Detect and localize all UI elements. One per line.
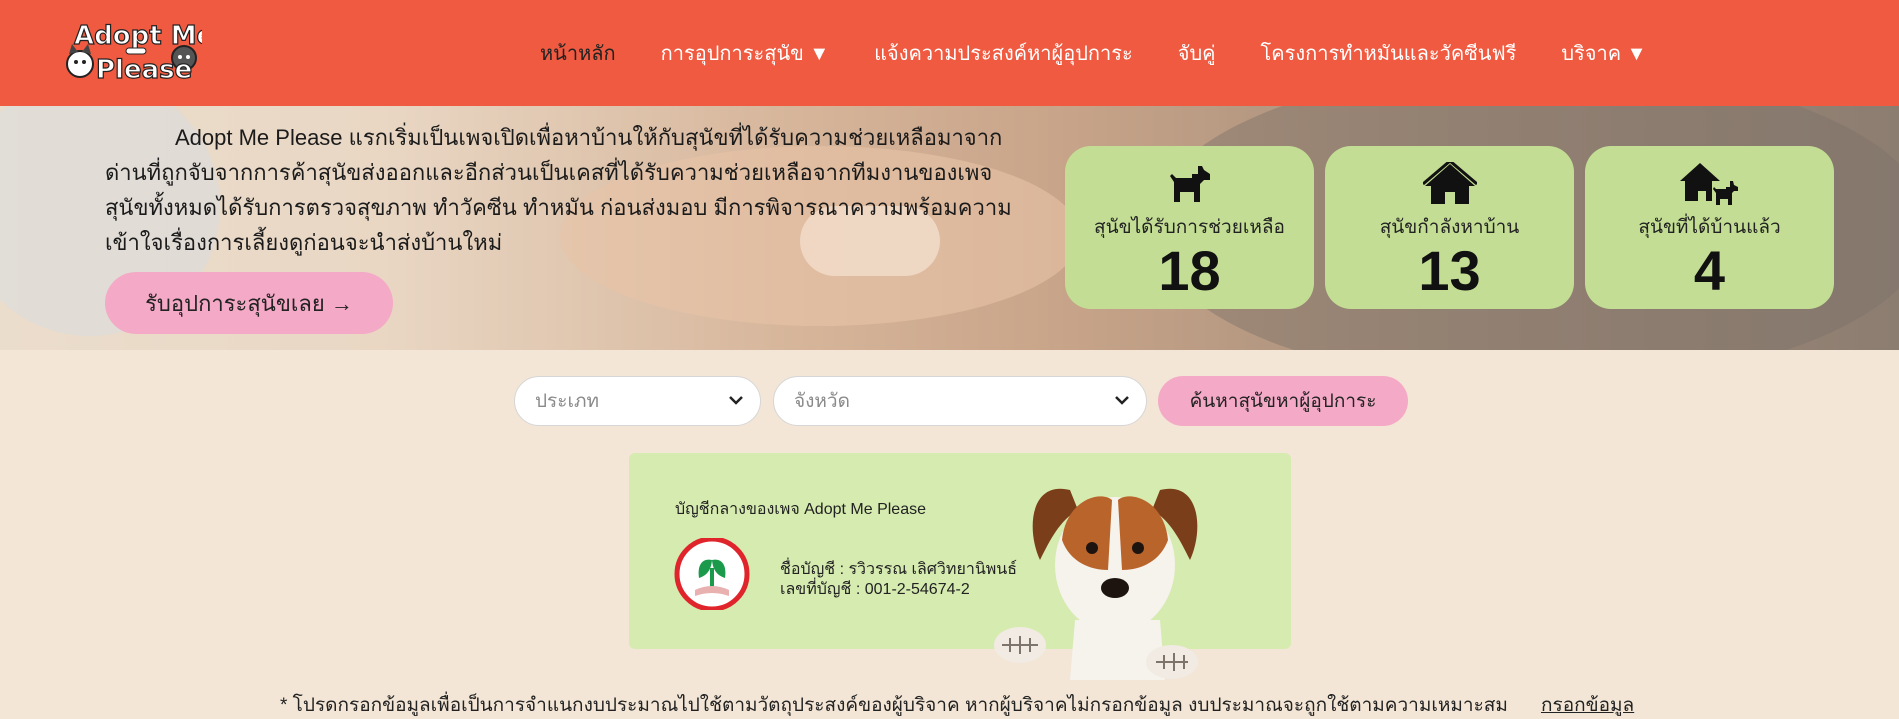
- dog-icon: [1065, 160, 1314, 208]
- nav-adoption-dropdown[interactable]: การอุปการะสุนัข ▼: [661, 37, 830, 69]
- main-nav: หน้าหลัก การอุปการะสุนัข ▼ แจ้งความประสง…: [540, 0, 1691, 106]
- stat-card-seeking-home: สุนัขกำลังหาบ้าน 13: [1325, 146, 1574, 309]
- stat-value: 13: [1418, 239, 1481, 302]
- kasikorn-bank-logo: [674, 538, 750, 610]
- adopt-now-button[interactable]: รับอุปการะสุนัขเลย →: [105, 272, 393, 334]
- type-select[interactable]: ประเภท: [514, 376, 761, 426]
- type-select-placeholder: ประเภท: [535, 391, 600, 412]
- province-select[interactable]: จังหวัด: [773, 376, 1147, 426]
- chevron-down-icon: [1115, 396, 1129, 405]
- stat-card-rescued: สุนัขได้รับการช่วยเหลือ 18: [1065, 146, 1314, 309]
- hero-line: Adopt Me Please แรกเริ่มเป็นเพจเปิดเพื่อ…: [175, 125, 1003, 150]
- donation-title: บัญชีกลางของเพจ Adopt Me Please: [675, 501, 926, 518]
- svg-text:Please: Please: [96, 55, 192, 85]
- donation-footnote: * โปรดกรอกข้อมูลเพื่อเป็นการจำแนกงบประมา…: [280, 695, 1508, 716]
- nav-report-for-adoption[interactable]: แจ้งความประสงค์หาผู้อุปการะ: [874, 37, 1133, 69]
- hero-line: ด่านที่ถูกจับจากการค้าสุนัขส่งออกและอีกส…: [105, 160, 993, 185]
- hero-banner: Adopt Me Please แรกเริ่มเป็นเพจเปิดเพื่อ…: [0, 106, 1899, 350]
- stat-value: 4: [1693, 239, 1726, 302]
- nav-free-sterilization-vaccine[interactable]: โครงการทำหมันและวัคซีนฟรี: [1261, 37, 1517, 69]
- house-icon: [1325, 160, 1574, 208]
- site-logo[interactable]: Adopt Me Please: [66, 14, 202, 86]
- fill-info-link[interactable]: กรอกข้อมูล: [1541, 690, 1634, 719]
- stat-value: 18: [1158, 239, 1221, 302]
- province-select-placeholder: จังหวัด: [794, 391, 850, 412]
- svg-text:Adopt Me: Adopt Me: [74, 21, 202, 51]
- hero-line: เข้าใจเรื่องการเลี้ยงดูก่อนจะนำส่งบ้านให…: [105, 230, 503, 255]
- search-dogs-button[interactable]: ค้นหาสุนัขหาผู้อุปการะ: [1158, 376, 1408, 426]
- hero-line: สุนัขทั้งหมดได้รับการตรวจสุขภาพ ทำวัคซีน…: [105, 195, 1012, 220]
- navbar: Adopt Me Please หน้าหลัก การอุปการะสุนัข…: [0, 0, 1899, 106]
- nav-donate-dropdown[interactable]: บริจาค ▼: [1561, 37, 1646, 69]
- nav-match[interactable]: จับคู่: [1178, 37, 1216, 69]
- stat-card-adopted: สุนัขที่ได้บ้านแล้ว 4: [1585, 146, 1834, 309]
- account-number: เลขที่บัญชี : 001-2-54674-2: [780, 581, 970, 598]
- jack-russell-dog-image: [994, 488, 1198, 680]
- house-dog-icon: [1585, 160, 1834, 208]
- nav-home[interactable]: หน้าหลัก: [540, 37, 616, 69]
- hero-description: Adopt Me Please แรกเริ่มเป็นเพจเปิดเพื่อ…: [105, 120, 1025, 260]
- chevron-down-icon: [729, 396, 743, 405]
